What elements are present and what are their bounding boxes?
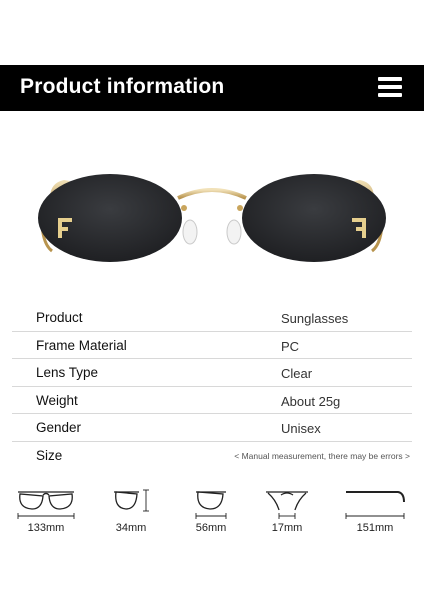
spec-row: Lens Type Clear [12, 359, 412, 387]
spec-row: Gender Unisex [12, 414, 412, 442]
temple-length-icon [345, 491, 405, 519]
size-item-bridge-width: 17mm [262, 480, 312, 534]
size-value: 17mm [271, 522, 303, 534]
hamburger-menu-icon[interactable] [378, 77, 402, 99]
size-value: 56mm [195, 522, 227, 534]
measurement-note: < Manual measurement, there may be error… [234, 450, 410, 461]
spec-label: Size [36, 447, 63, 463]
size-item-lens-height: 34mm [106, 480, 156, 534]
spec-row: Product Sunglasses [12, 304, 412, 332]
spec-value: Unisex [281, 421, 321, 436]
sunglasses-product-image [0, 150, 424, 300]
size-value: 34mm [115, 522, 147, 534]
size-item-frame-width: 133mm [14, 480, 78, 534]
spec-row: Frame Material PC [12, 332, 412, 359]
spec-label: Weight [36, 392, 78, 408]
spec-row: Size < Manual measurement, there may be … [12, 442, 412, 470]
spec-value: Sunglasses [281, 311, 349, 326]
spec-table: Product Sunglasses Frame Material PC Len… [12, 304, 412, 469]
spec-label: Gender [36, 420, 82, 435]
frame-width-icon [17, 491, 75, 519]
lens-height-icon [114, 489, 149, 512]
bridge-width-icon [266, 491, 308, 519]
page-title: Product information [20, 75, 225, 98]
spec-label: Lens Type [36, 365, 99, 380]
size-diagram: 133mm 34mm 56mm 17mm 151mm [0, 480, 424, 550]
spec-value: About 25g [281, 393, 341, 409]
size-item-lens-width: 56mm [186, 480, 236, 534]
spec-label: Product [36, 310, 83, 325]
lens-width-icon [195, 491, 227, 519]
spec-value: PC [281, 338, 300, 354]
page-header: Product information [0, 65, 424, 111]
size-item-temple-length: 151mm [340, 480, 410, 534]
spec-label: Frame Material [36, 337, 127, 353]
spec-value: Clear [281, 366, 313, 381]
spec-row: Weight About 25g [12, 387, 412, 414]
size-value: 151mm [356, 522, 394, 534]
size-value: 133mm [27, 522, 65, 534]
